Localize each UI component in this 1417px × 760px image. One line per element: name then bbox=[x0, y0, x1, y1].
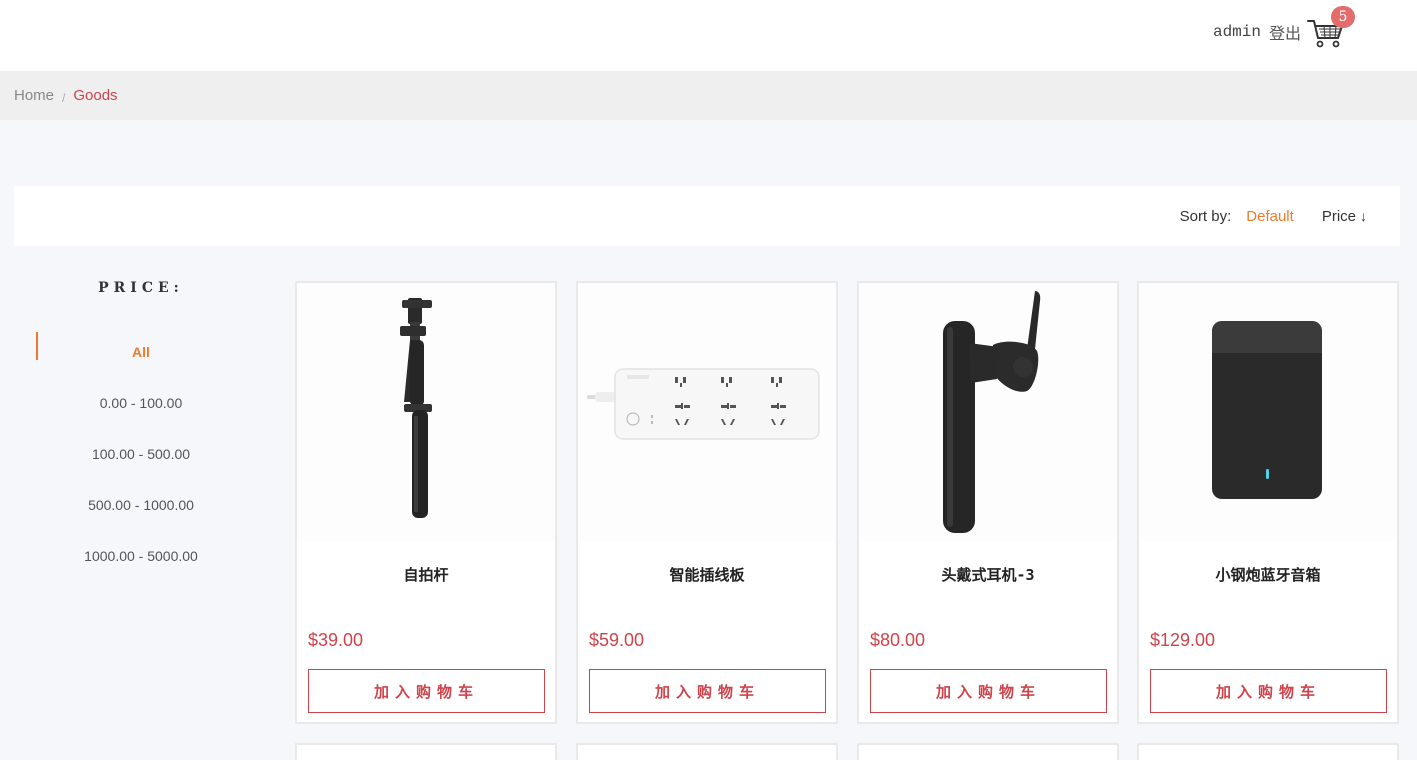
price-filter-1000-5000[interactable]: 1000.00 - 5000.00 bbox=[36, 542, 246, 593]
cart-count-badge: 5 bbox=[1331, 6, 1355, 28]
add-to-cart-button[interactable]: 加入购物车 bbox=[870, 669, 1107, 713]
product-price: $80.00 bbox=[870, 630, 926, 650]
price-filter-all[interactable]: All bbox=[36, 332, 246, 389]
bluetooth-headset-image[interactable] bbox=[859, 283, 1117, 541]
breadcrumb-current: Goods bbox=[73, 87, 118, 104]
price-filter-100-500[interactable]: 100.00 - 500.00 bbox=[36, 440, 246, 491]
logout-link[interactable]: 登出 bbox=[1269, 20, 1301, 44]
breadcrumb: Home / Goods bbox=[0, 71, 1417, 120]
product-name[interactable]: 头戴式耳机-3 bbox=[859, 564, 1117, 585]
username[interactable]: admin bbox=[1213, 23, 1261, 41]
bluetooth-speaker-image[interactable] bbox=[1139, 283, 1397, 541]
product-card: 自拍杆 $39.00 加入购物车 bbox=[295, 281, 557, 724]
product-name[interactable]: 小钢炮蓝牙音箱 bbox=[1139, 564, 1397, 585]
power-strip-image[interactable] bbox=[578, 283, 836, 541]
add-to-cart-button[interactable]: 加入购物车 bbox=[308, 669, 545, 713]
sort-bar: Sort by: Default Price ↓ bbox=[14, 186, 1400, 246]
product-price: $59.00 bbox=[589, 630, 645, 650]
product-name[interactable]: 智能插线板 bbox=[578, 564, 836, 585]
price-filter-0-100[interactable]: 0.00 - 100.00 bbox=[36, 389, 246, 440]
user-area: admin 登出 5 bbox=[1213, 6, 1355, 50]
price-filter-list: All 0.00 - 100.00 100.00 - 500.00 500.00… bbox=[36, 332, 246, 593]
price-filter-500-1000[interactable]: 500.00 - 1000.00 bbox=[36, 491, 246, 542]
product-card bbox=[857, 743, 1119, 760]
sort-label: Sort by: bbox=[1179, 207, 1232, 225]
arrow-down-icon: ↓ bbox=[1360, 208, 1367, 224]
product-price: $39.00 bbox=[308, 630, 364, 650]
top-header: admin 登出 5 bbox=[0, 0, 1417, 71]
product-card: 小钢炮蓝牙音箱 $129.00 加入购物车 bbox=[1137, 281, 1399, 724]
price-filter-title: PRICE: bbox=[98, 280, 184, 296]
product-card bbox=[1137, 743, 1399, 760]
selfie-stick-image[interactable] bbox=[297, 283, 555, 541]
breadcrumb-home-link[interactable]: Home bbox=[14, 87, 54, 104]
sort-controls: Sort by: Default Price ↓ bbox=[1180, 186, 1367, 246]
product-name[interactable]: 自拍杆 bbox=[297, 564, 555, 585]
product-card: 头戴式耳机-3 $80.00 加入购物车 bbox=[857, 281, 1119, 724]
product-card: 智能插线板 $59.00 加入购物车 bbox=[576, 281, 838, 724]
add-to-cart-button[interactable]: 加入购物车 bbox=[589, 669, 826, 713]
price-filter: PRICE: All 0.00 - 100.00 100.00 - 500.00… bbox=[36, 280, 246, 593]
sort-price-option[interactable]: Price ↓ bbox=[1322, 208, 1367, 225]
product-card bbox=[576, 743, 838, 760]
breadcrumb-separator: / bbox=[62, 90, 66, 105]
product-card bbox=[295, 743, 557, 760]
sort-default-option[interactable]: Default bbox=[1246, 208, 1294, 225]
product-price: $129.00 bbox=[1150, 630, 1216, 650]
add-to-cart-button[interactable]: 加入购物车 bbox=[1150, 669, 1387, 713]
cart-button[interactable]: 5 bbox=[1307, 6, 1355, 50]
sort-price-label: Price bbox=[1321, 207, 1356, 225]
